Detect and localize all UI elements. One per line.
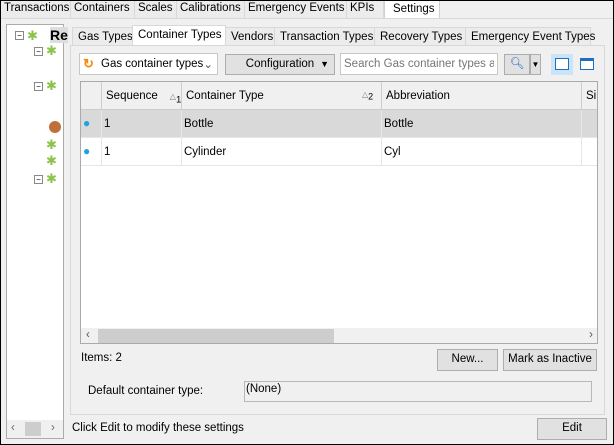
default-container-type-field[interactable]: (None) [244, 381, 592, 402]
node-icon: ✱ [46, 153, 57, 168]
status-text: Click Edit to modify these settings [72, 422, 244, 434]
table-row[interactable]: ● 1 Cylinder Cyl [81, 138, 597, 166]
cell-container-type: Cylinder [184, 146, 227, 158]
gas-container-icon: ● [83, 144, 91, 158]
tab-kpis[interactable]: KPIs [347, 0, 384, 18]
tab-recovery-types[interactable]: Recovery Types [374, 27, 466, 46]
collapse-icon[interactable]: − [15, 31, 24, 40]
node-icon: ✱ [46, 43, 57, 58]
scrollbar-thumb[interactable] [98, 329, 334, 343]
refresh-icon: ↻ [83, 56, 94, 71]
tab-transactions[interactable]: Transactions [1, 0, 71, 18]
node-icon: ✱ [46, 78, 57, 93]
view-select[interactable]: ↻ Gas container types ⌄ [79, 53, 218, 75]
sort-indicator-icon: △2 [362, 90, 374, 102]
configuration-label: Configuration [245, 58, 315, 70]
chevron-down-icon: ⌄ [203, 59, 213, 71]
cell-abbreviation: Bottle [384, 118, 414, 130]
grid-horizontal-scrollbar[interactable]: ‹ › [81, 328, 597, 343]
mark-inactive-button[interactable]: Mark as Inactive [503, 349, 597, 371]
card-view-icon [580, 58, 594, 70]
configuration-button[interactable]: Configuration ▼ [225, 54, 335, 75]
cell-sequence: 1 [104, 146, 111, 158]
container-types-grid[interactable]: Sequence △1 Container Type △2 Abbreviatio… [80, 81, 598, 344]
collapse-icon[interactable]: − [34, 82, 43, 91]
gas-container-icon: ● [83, 116, 91, 130]
search-button[interactable]: 🔍︎ [504, 54, 530, 75]
card-view-button[interactable] [576, 54, 598, 75]
tab-transaction-types[interactable]: Transaction Types [274, 27, 375, 46]
dropdown-arrow-icon: ▼ [320, 59, 329, 69]
tab-settings[interactable]: Settings [384, 0, 440, 19]
users-icon [49, 121, 61, 133]
tab-scales[interactable]: Scales [135, 0, 177, 18]
column-header-abbreviation[interactable]: Abbreviation [383, 90, 453, 102]
view-select-value: Gas container types [101, 58, 204, 70]
node-icon: ✱ [46, 171, 57, 186]
default-container-type-label: Default container type: [88, 385, 204, 397]
collapse-icon[interactable]: − [34, 175, 43, 184]
cell-abbreviation: Cyl [384, 146, 401, 158]
tab-calibrations[interactable]: Calibrations [177, 0, 245, 18]
column-header-sequence[interactable]: Sequence △1 [103, 90, 184, 105]
tab-emergency-events[interactable]: Emergency Events [245, 0, 347, 18]
tree-root-label[interactable]: Re [50, 27, 68, 43]
edit-button[interactable]: Edit [537, 418, 607, 440]
column-header-container-type[interactable]: Container Type [183, 90, 267, 102]
tab-emergency-event-types[interactable]: Emergency Event Types [465, 27, 595, 46]
column-header-si[interactable]: Si [583, 90, 597, 102]
settings-tree[interactable]: − ✱ Re − ✱ − ✱ ✱ ✱ − ✱ ‹ › [6, 24, 68, 439]
scroll-left-icon[interactable]: ‹ [11, 422, 15, 434]
items-count: Items: 2 [81, 352, 122, 364]
search-icon: 🔍︎ [509, 58, 525, 70]
new-button[interactable]: New... [437, 349, 498, 371]
list-view-button[interactable] [551, 54, 573, 75]
scroll-right-icon[interactable]: › [589, 329, 593, 341]
cell-container-type: Bottle [184, 118, 214, 130]
scroll-right-icon[interactable]: › [51, 422, 55, 434]
node-icon: ✱ [46, 137, 57, 152]
search-options-dropdown[interactable]: ▼ [530, 54, 541, 75]
search-input[interactable] [340, 53, 498, 75]
dropdown-arrow-icon: ▼ [531, 60, 540, 69]
table-row[interactable]: ● 1 Bottle Bottle [81, 110, 597, 138]
collapse-icon[interactable]: − [34, 47, 43, 56]
tree-horizontal-scrollbar[interactable]: ‹ › [7, 420, 63, 438]
cell-sequence: 1 [104, 118, 111, 130]
tab-container-types[interactable]: Container Types [132, 25, 226, 46]
tab-containers[interactable]: Containers [71, 0, 135, 18]
tab-vendors[interactable]: Vendors [225, 27, 275, 46]
scroll-left-icon[interactable]: ‹ [86, 329, 90, 341]
node-icon: ✱ [27, 28, 38, 43]
tab-gas-types[interactable]: Gas Types [72, 27, 133, 46]
list-view-icon [555, 58, 569, 70]
